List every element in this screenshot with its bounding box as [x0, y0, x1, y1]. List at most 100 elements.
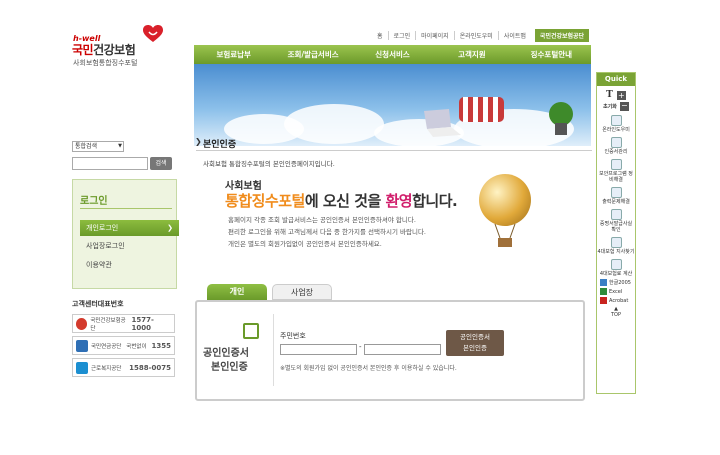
cert-auth-button[interactable]: 공인인증서 본인인증 [446, 330, 504, 356]
util-sitemap[interactable]: 사이트맵 [497, 31, 531, 40]
jumin-front-input[interactable] [280, 344, 357, 355]
info-line3: 개인은 별도의 회원가입없이 공인인증서 본인인증하세요. [228, 240, 382, 248]
gnb-application[interactable]: 신청서비스 [353, 49, 432, 60]
font-increase-icon[interactable]: + [616, 90, 626, 100]
gnb-support[interactable]: 고객지원 [432, 49, 511, 60]
login-divider [80, 208, 172, 209]
util-mypage[interactable]: 마이페이지 [415, 31, 454, 40]
kcomwel-logo-icon [76, 361, 88, 374]
info-line1: 홈페이지 각종 조회 발급서비스는 공인인증서 본인인증하셔야 합니다. [228, 216, 416, 224]
welcome-headline: 통합징수포털에 오신 것을 환영합니다. [225, 190, 458, 211]
quick-branch-label: 4대보험 지사찾기 [597, 249, 635, 255]
gnb-portal-info[interactable]: 징수포털안내 [512, 49, 591, 60]
chevron-right-icon: ❯ [167, 224, 173, 232]
welcome-portal: 통합징수포털 [225, 192, 305, 210]
welcome-end: 합니다. [412, 192, 458, 210]
cc-number: 1355 [151, 341, 171, 350]
quick-top[interactable]: ▲ TOP [597, 306, 635, 318]
global-nav: 보험료납부 조회/발급서비스 신청서비스 고객지원 징수포털안내 [194, 45, 591, 64]
cert-title-1: 공인인증서 [203, 348, 249, 359]
quick-branch[interactable]: 4대보험 지사찾기 [597, 237, 635, 255]
quick-excel[interactable]: Excel [597, 288, 635, 295]
search-input[interactable] [72, 157, 148, 170]
font-decrease-icon[interactable]: − [619, 102, 629, 111]
quick-cert-label: 인증서관리 [604, 149, 628, 155]
cert-title-2: 본인인증 [211, 362, 248, 373]
login-item-business[interactable]: 사업장로그인 [80, 238, 172, 254]
welcome-text: 에 오신 것을 [304, 192, 386, 210]
jumin-dash: - [359, 343, 362, 351]
quick-verify-label: 증명서발급사실 확인 [599, 221, 633, 233]
title-divider [196, 150, 592, 151]
gnb-inquiry[interactable]: 조회/발급서비스 [273, 49, 352, 60]
cc-prefix: 국번없이 [126, 343, 147, 350]
cc-name: 근로복지공단 [91, 365, 122, 372]
quick-helper[interactable]: 온라인도우미 [597, 115, 635, 133]
logo-subtitle: 사회보험통합징수포털 [73, 59, 138, 67]
font-reset-label[interactable]: 초기화 [603, 103, 617, 110]
quick-hwp[interactable]: 한글2005 [597, 279, 635, 286]
security-program-icon [610, 159, 622, 170]
balloon-basket-icon [494, 224, 516, 247]
cc-number: 1577-1000 [131, 315, 154, 332]
title-arrow-icon: ❯ [195, 137, 202, 146]
page-title: 본인인증 [203, 140, 237, 150]
quick-cert[interactable]: 인증서관리 [597, 137, 635, 155]
util-login[interactable]: 로그인 [387, 31, 416, 40]
cc-number: 1588-0075 [129, 363, 171, 372]
acrobat-icon [600, 297, 607, 304]
calculator-icon [610, 259, 622, 270]
verify-icon [610, 209, 622, 220]
quick-menu: Quick T + 초기화 − 온라인도우미 인증서관리 보안프로그램 정비해결… [596, 72, 636, 394]
search-button[interactable]: 검색 [150, 157, 172, 170]
logo-title-b: 건강보험 [93, 43, 136, 57]
call-center-nps: 국민연금공단 국번없이 1355 [72, 336, 175, 355]
page-description: 사회보험 통합징수포털의 본인인증페이지입니다. [203, 160, 335, 168]
branch-map-icon [610, 237, 622, 248]
cert-button-line1: 공인인증서 [460, 333, 490, 341]
login-title: 로그인 [80, 196, 108, 207]
quick-calc-label: 4대보험료 계산 [599, 271, 633, 277]
cert-note: ※별도의 회원가입 없이 공인인증서 본인인증 후 이용하실 수 있습니다. [280, 365, 457, 372]
quick-verify[interactable]: 증명서발급사실 확인 [597, 209, 635, 233]
chevron-down-icon: ▼ [118, 143, 122, 149]
quick-acrobat[interactable]: Acrobat [597, 297, 635, 304]
panel-divider [273, 314, 274, 386]
tab-personal[interactable]: 개인 [207, 284, 267, 300]
quick-acrobat-label: Acrobat [609, 297, 629, 304]
site-select[interactable]: 국민건강보험공단 [534, 29, 590, 42]
quick-hwp-label: 한글2005 [609, 279, 631, 286]
quick-print[interactable]: 출력문제해결 [597, 187, 635, 205]
quick-security[interactable]: 보안프로그램 정비해결 [597, 159, 635, 183]
search-scope-select[interactable]: 통합검색 ▼ [72, 141, 124, 152]
login-item-personal-label: 개인로그인 [86, 224, 119, 232]
logo-title[interactable]: 국민건강보험 [72, 41, 136, 58]
quick-top-label: TOP [610, 312, 621, 318]
banner-plant-icon [549, 102, 573, 135]
quick-calc[interactable]: 4대보험료 계산 [597, 259, 635, 277]
quick-excel-label: Excel [609, 288, 623, 295]
logo-heart-icon [143, 25, 163, 42]
gnb-payment[interactable]: 보험료납부 [194, 49, 273, 60]
helper-icon [610, 115, 622, 126]
quick-title: Quick [597, 73, 635, 86]
banner-laptop-icon [424, 109, 461, 137]
header-banner [194, 64, 591, 146]
quick-print-label: 출력문제해결 [602, 199, 630, 205]
login-item-personal[interactable]: 개인로그인 ❯ [80, 220, 179, 236]
quick-security-label: 보안프로그램 정비해결 [599, 171, 633, 183]
call-center-nhis: 국민건강보험공단 1577-1000 [72, 314, 175, 333]
jumin-back-input[interactable] [364, 344, 441, 355]
call-center-kcomwel: 근로복지공단 1588-0075 [72, 358, 175, 377]
util-helper[interactable]: 온라인도우미 [453, 31, 498, 40]
login-item-terms[interactable]: 이용약관 [80, 257, 172, 273]
util-home[interactable]: 홈 [372, 31, 388, 40]
welcome-highlight: 환영 [385, 192, 413, 210]
call-center-title: 고객센터대표번호 [72, 300, 124, 308]
cc-name: 국민건강보험공단 [90, 317, 126, 332]
nps-logo-icon [76, 339, 88, 352]
tab-business[interactable]: 사업장 [272, 284, 332, 300]
quick-helper-label: 온라인도우미 [602, 127, 630, 133]
info-line2: 편리한 로그인을 위해 고객님께서 다음 중 한가지를 선택하시기 바랍니다. [228, 228, 426, 236]
hwp-icon [600, 279, 607, 286]
